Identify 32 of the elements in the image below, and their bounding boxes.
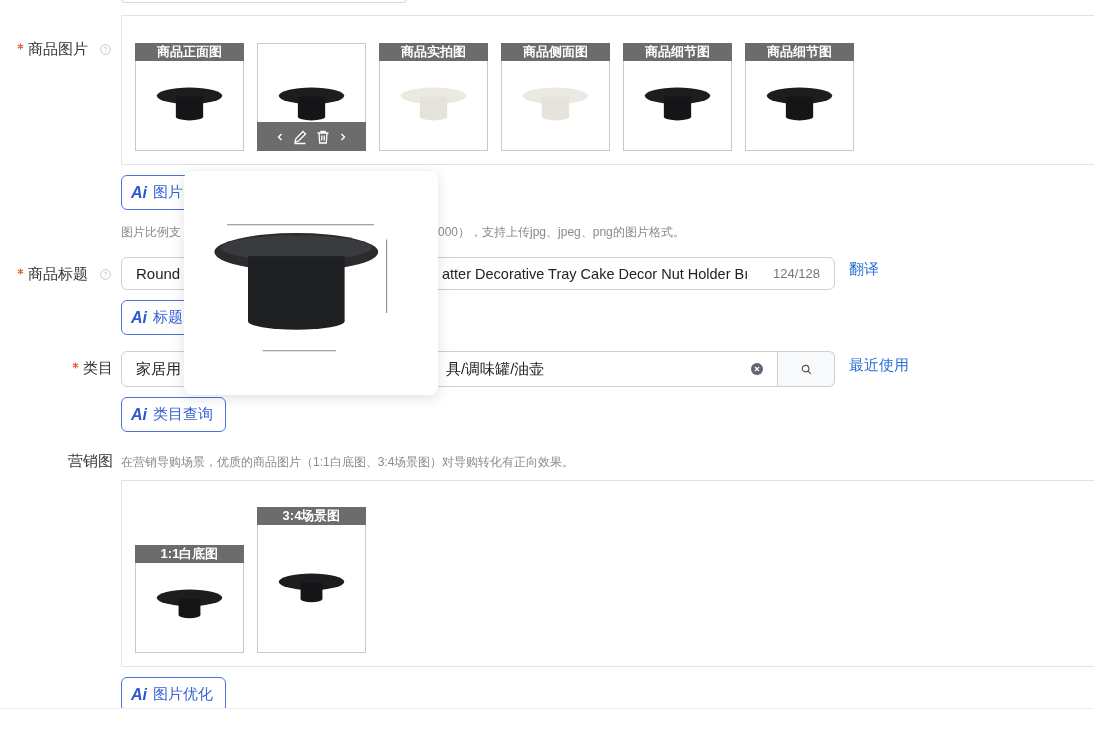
image-thumbnail[interactable] xyxy=(257,43,366,151)
search-icon xyxy=(800,363,812,375)
pencil-icon[interactable] xyxy=(292,128,308,145)
field-label: 营销图 xyxy=(68,451,113,471)
field-label: 商品标题 xyxy=(28,264,88,284)
image-label: 1:1白底图 xyxy=(135,545,244,563)
image-label: 商品细节图 xyxy=(745,43,854,61)
ai-category-button[interactable]: Ai 类目查询 xyxy=(121,397,226,432)
image-thumbnail[interactable]: 1:1白底图 xyxy=(135,545,244,653)
image-thumbnail[interactable]: 商品实拍图 xyxy=(379,43,488,151)
trash-icon[interactable] xyxy=(315,128,331,145)
hint-text: 000），支持上传jpg、jpeg、png的图片格式。 xyxy=(438,224,685,241)
chevron-left-icon[interactable] xyxy=(275,131,285,142)
image-label: 商品侧面图 xyxy=(501,43,610,61)
image-thumbnail[interactable]: 3:4场景图 xyxy=(257,507,366,653)
field-label: 商品图片 xyxy=(28,39,88,59)
clear-icon[interactable] xyxy=(751,363,763,375)
translate-link[interactable]: 翻译 xyxy=(849,260,879,279)
chevron-right-icon[interactable] xyxy=(338,131,348,142)
image-label: 商品细节图 xyxy=(623,43,732,61)
image-thumbnail[interactable]: 商品正面图 xyxy=(135,43,244,151)
hint-text: 在营销导购场景，优质的商品图片（1:1白底图、3:4场景图）对导购转化有正向效果。 xyxy=(121,454,576,471)
hint-text: 图片比例支 xyxy=(121,224,182,241)
image-thumbnail[interactable]: 商品细节图 xyxy=(745,43,854,151)
ai-image-button[interactable]: Ai 图片优化 xyxy=(121,677,226,708)
image-label: 商品实拍图 xyxy=(379,43,488,61)
image-thumbnail[interactable]: 商品细节图 xyxy=(623,43,732,151)
image-label: 商品正面图 xyxy=(135,43,244,61)
image-label: 3:4场景图 xyxy=(257,507,366,525)
image-thumbnail[interactable]: 商品侧面图 xyxy=(501,43,610,151)
recent-link[interactable]: 最近使用 xyxy=(849,355,909,375)
field-label: 类目 xyxy=(83,358,113,378)
